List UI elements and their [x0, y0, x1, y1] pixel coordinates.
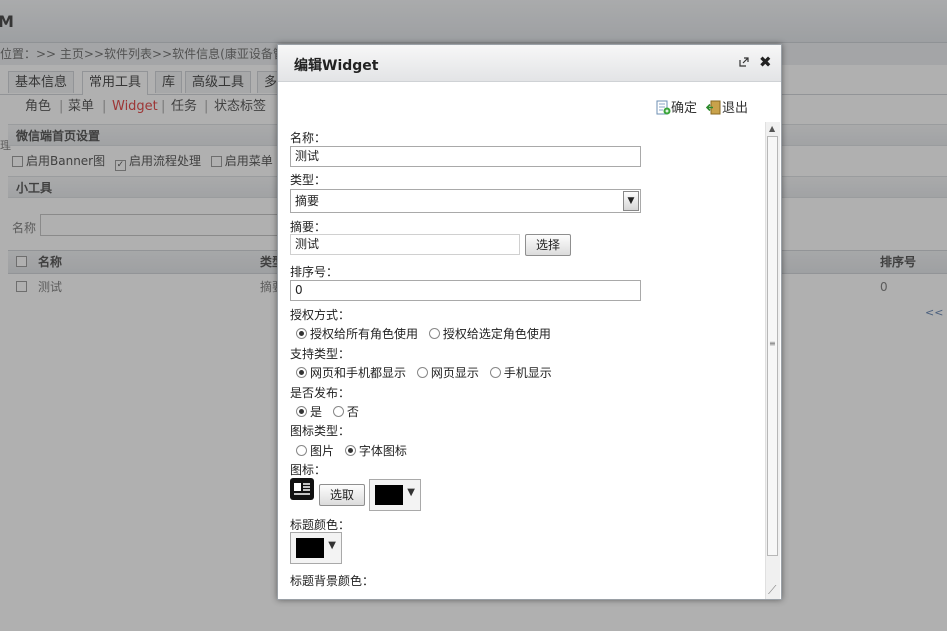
- icon-type-radio-group: 图片 字体图标: [296, 442, 414, 459]
- color-swatch: [296, 538, 324, 558]
- support-mobile[interactable]: 手机显示: [489, 366, 552, 380]
- scroll-up-icon[interactable]: ▲: [769, 124, 775, 133]
- type-select[interactable]: 摘要 ▼: [290, 189, 641, 213]
- icon-type-image[interactable]: 图片: [296, 444, 334, 458]
- type-select-value: 摘要: [295, 194, 320, 208]
- publish-no[interactable]: 否: [332, 405, 359, 419]
- chevron-down-icon[interactable]: ▼: [623, 191, 639, 211]
- name-input[interactable]: 测试: [290, 146, 641, 167]
- title-color-picker[interactable]: ▼: [290, 532, 342, 564]
- dialog-header[interactable]: 编辑Widget ✖: [278, 45, 781, 82]
- dialog-title: 编辑Widget: [294, 58, 379, 74]
- radio[interactable]: [296, 445, 307, 456]
- radio-checked[interactable]: [296, 328, 307, 339]
- summary-input[interactable]: 测试: [290, 234, 520, 255]
- radio[interactable]: [428, 328, 440, 339]
- support-label: 支持类型：: [290, 347, 351, 361]
- type-label: 类型：: [290, 173, 327, 187]
- exit-button[interactable]: 退出: [705, 97, 749, 116]
- publish-label: 是否发布：: [290, 386, 351, 400]
- support-radio-group: 网页和手机都显示 网页显示 手机显示: [296, 364, 559, 381]
- auth-label: 授权方式：: [290, 308, 351, 322]
- radio-checked[interactable]: [344, 445, 356, 456]
- caret-down-icon: ▼: [407, 487, 415, 498]
- radio-checked[interactable]: [296, 406, 307, 417]
- support-web[interactable]: 网页显示: [416, 366, 479, 380]
- icon-type-font[interactable]: 字体图标: [344, 444, 407, 458]
- resize-grip-icon[interactable]: ⟋: [768, 583, 776, 598]
- scroll-thumb[interactable]: ≡: [767, 136, 778, 556]
- auth-radio-group: 授权给所有角色使用 授权给选定角色使用: [296, 325, 558, 342]
- title-bg-color-label: 标题背景颜色：: [290, 574, 375, 588]
- maximize-icon[interactable]: [739, 57, 749, 70]
- name-label: 名称：: [290, 131, 327, 145]
- confirm-button[interactable]: 确定: [656, 97, 697, 116]
- publish-radio-group: 是 否: [296, 403, 366, 420]
- auth-all-roles[interactable]: 授权给所有角色使用: [296, 327, 418, 341]
- pick-icon-button[interactable]: 选取: [319, 484, 365, 506]
- order-input[interactable]: 0: [290, 280, 641, 301]
- radio[interactable]: [332, 406, 344, 417]
- icon-color-picker[interactable]: ▼: [369, 479, 421, 511]
- dialog-body: 确定 退出 名称： 测试 类型： 摘要 ▼ 摘要： 测试 选择 排序号： 0 授…: [278, 82, 781, 599]
- auth-selected-roles[interactable]: 授权给选定角色使用: [428, 327, 551, 341]
- select-button[interactable]: 选择: [525, 234, 571, 256]
- order-label: 排序号：: [290, 265, 339, 279]
- title-color-label: 标题颜色：: [290, 518, 351, 532]
- icon-label: 图标：: [290, 463, 327, 477]
- support-both[interactable]: 网页和手机都显示: [296, 366, 406, 380]
- confirm-label: 确定: [671, 101, 698, 116]
- newspaper-icon: [290, 478, 314, 503]
- publish-yes[interactable]: 是: [296, 405, 322, 419]
- grip-icon: ≡: [769, 339, 776, 348]
- radio[interactable]: [416, 367, 428, 378]
- vertical-scrollbar[interactable]: ▲ ≡ ▼: [765, 122, 780, 599]
- exit-icon: [705, 100, 722, 116]
- edit-widget-dialog: 编辑Widget ✖ 确定 退出 名称： 测试 类型： 摘要 ▼ 摘要： 测试 …: [277, 44, 782, 600]
- caret-down-icon: ▼: [328, 540, 336, 551]
- radio-checked[interactable]: [296, 367, 307, 378]
- icon-type-label: 图标类型：: [290, 424, 351, 438]
- confirm-icon: [656, 100, 671, 116]
- exit-label: 退出: [722, 101, 749, 116]
- color-swatch: [375, 485, 403, 505]
- summary-label: 摘要：: [290, 220, 327, 234]
- radio[interactable]: [489, 367, 501, 378]
- close-icon[interactable]: ✖: [759, 53, 772, 71]
